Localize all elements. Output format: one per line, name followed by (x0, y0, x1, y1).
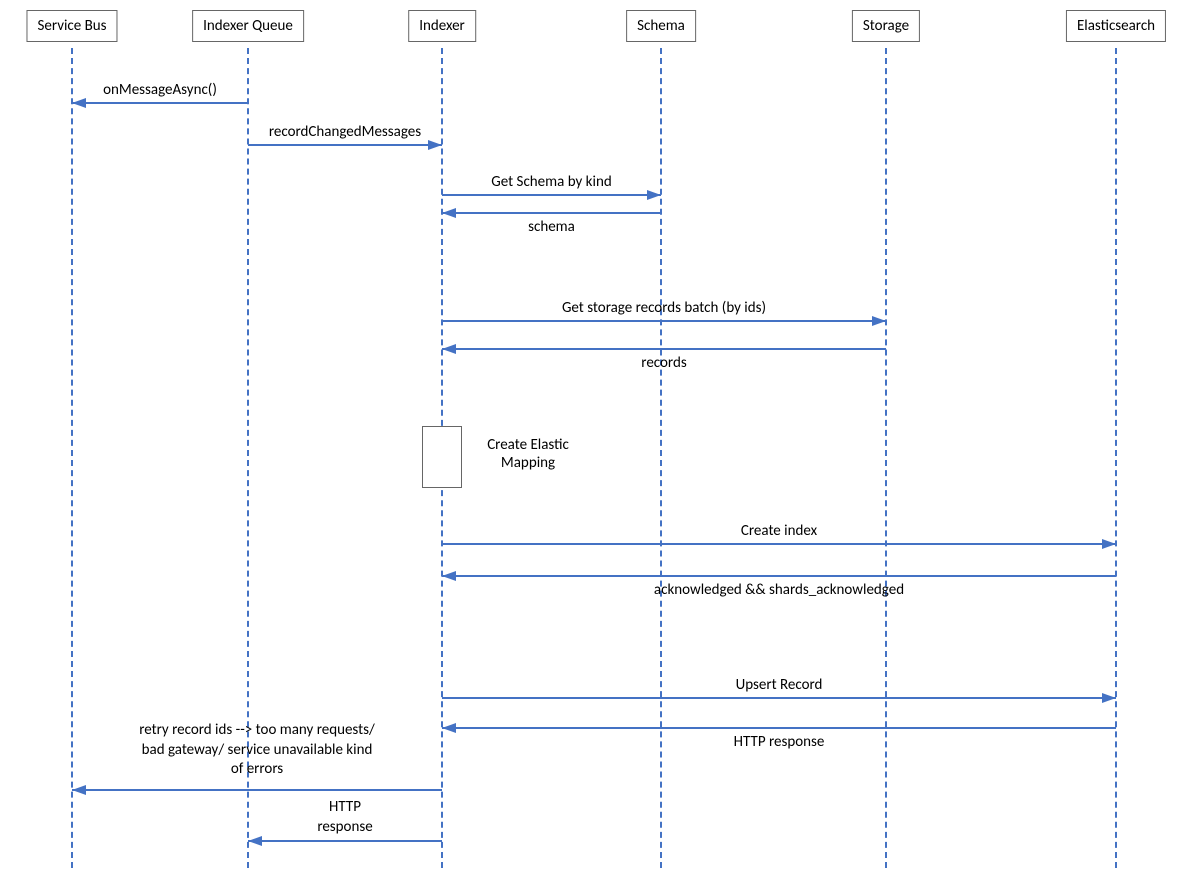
arrowhead-right-icon (428, 140, 442, 150)
message-line (442, 543, 1116, 545)
message-line (72, 789, 442, 791)
message-line (442, 727, 1116, 729)
message-label: recordChangedMessages (269, 123, 421, 141)
message-line (248, 144, 442, 146)
arrowhead-left-icon (442, 571, 456, 581)
lifeline-storage (885, 48, 887, 868)
arrowhead-left-icon (72, 785, 86, 795)
participant-indexer: Indexer (408, 10, 476, 42)
participant-elasticsearch: Elasticsearch (1066, 10, 1166, 42)
message-line (442, 575, 1116, 577)
lifeline-service_bus (71, 48, 73, 868)
participant-storage: Storage (852, 10, 920, 42)
message-label: Get Schema by kind (491, 173, 611, 191)
message-label: acknowledged && shards_acknowledged (654, 581, 904, 599)
arrowhead-left-icon (72, 98, 86, 108)
arrowhead-right-icon (647, 190, 661, 200)
lifeline-elasticsearch (1115, 48, 1117, 868)
sequence-diagram: Service Bus Indexer Queue Indexer Schema Sto… (0, 0, 1200, 883)
message-line (442, 348, 886, 350)
participant-indexer_queue: Indexer Queue (192, 10, 304, 42)
arrowhead-right-icon (872, 316, 886, 326)
message-label: Create index (741, 522, 817, 540)
participant-schema: Schema (626, 10, 696, 42)
message-line (442, 697, 1116, 699)
message-line (442, 320, 886, 322)
arrowhead-right-icon (1102, 693, 1116, 703)
message-label: HTTPresponse (285, 798, 405, 837)
arrowhead-left-icon (442, 208, 456, 218)
participant-service_bus: Service Bus (26, 10, 117, 42)
arrowhead-left-icon (442, 344, 456, 354)
message-label: Get storage records batch (by ids) (562, 299, 766, 317)
message-line (248, 840, 442, 842)
message-line (442, 194, 661, 196)
arrowhead-right-icon (1102, 539, 1116, 549)
message-line (72, 102, 248, 104)
message-label: onMessageAsync() (103, 81, 217, 99)
activation-box (422, 426, 462, 488)
message-line (442, 212, 661, 214)
arrowhead-left-icon (442, 723, 456, 733)
message-label: Upsert Record (736, 676, 823, 694)
activation-label: Create ElasticMapping (468, 436, 588, 472)
message-label: HTTP response (734, 733, 825, 751)
message-label: records (641, 354, 686, 372)
message-label: schema (528, 218, 575, 236)
arrowhead-left-icon (248, 836, 262, 846)
message-label: retry record ids --> too many requests/b… (77, 721, 437, 780)
lifeline-schema (660, 48, 662, 868)
